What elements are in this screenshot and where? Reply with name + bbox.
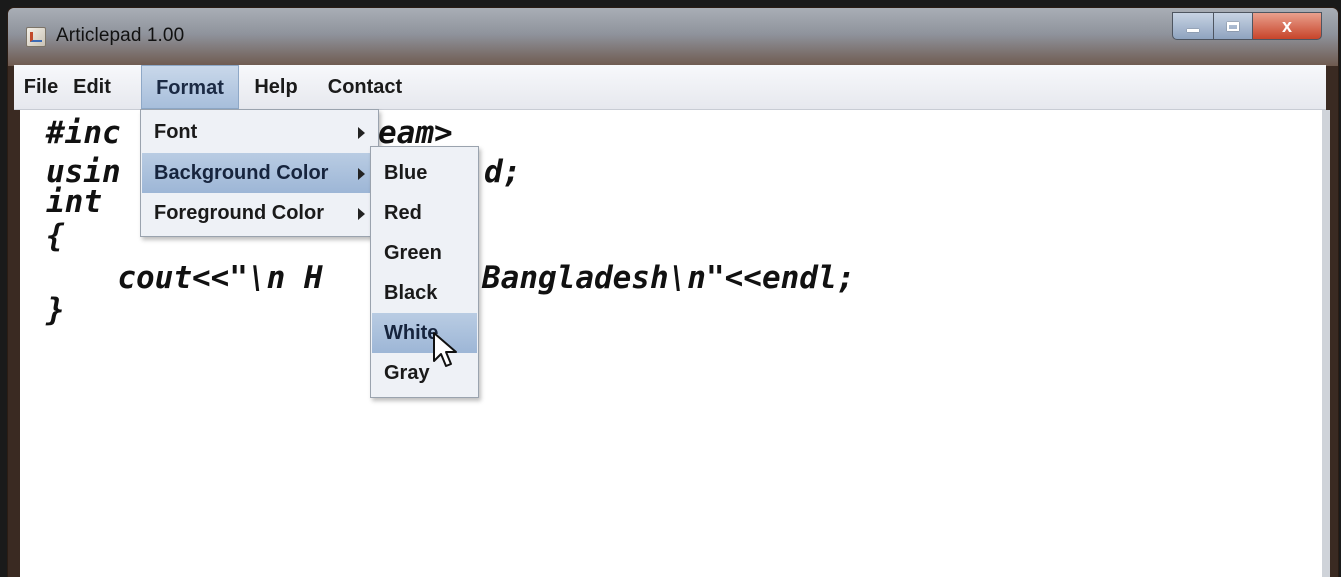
app-icon [26,27,46,47]
submenu-arrow-icon [358,127,365,139]
maximize-icon [1227,21,1239,31]
minimize-icon [1187,28,1199,32]
bg-color-red[interactable]: Red [372,193,477,233]
format-background-color-item[interactable]: Background Color [142,153,375,193]
title-bar[interactable]: Articlepad 1.00 x [8,8,1338,66]
close-button[interactable]: x [1253,12,1322,40]
code-line-3: int [46,184,102,220]
window-title: Articlepad 1.00 [56,25,185,46]
format-font-label: Font [154,121,198,143]
bg-color-green[interactable]: Green [372,233,477,273]
format-foreground-color-label: Foreground Color [154,202,324,224]
close-icon: x [1281,15,1292,36]
submenu-arrow-icon [358,168,365,180]
code-line-5-start: cout<<"\n H [80,260,323,296]
format-background-color-label: Background Color [154,162,329,184]
arrow-pointer-icon [433,332,457,367]
maximize-button[interactable] [1214,12,1253,40]
menu-contact[interactable]: Contact [316,65,414,109]
code-line-6: } [46,292,65,328]
code-line-4: { [46,218,65,254]
code-line-2-end: d; [484,154,522,190]
format-font-item[interactable]: Font [142,112,375,152]
bg-color-blue[interactable]: Blue [372,153,477,193]
editor-border [1322,110,1330,577]
bg-color-black[interactable]: Black [372,273,477,313]
minimize-button[interactable] [1172,12,1214,40]
menu-help[interactable]: Help [246,65,306,109]
submenu-arrow-icon [358,208,365,220]
format-foreground-color-item[interactable]: Foreground Color [142,193,375,233]
menu-bar: File Edit Format Help Contact [14,65,1326,110]
window-controls: x [1172,12,1322,40]
format-dropdown: Font Background Color Foreground Color [140,109,379,237]
menu-edit[interactable]: Edit [66,65,118,109]
menu-file[interactable]: File [20,65,62,109]
code-line-1-start: #inc [46,115,121,151]
code-line-5-end: Bangladesh\n"<<endl; [482,260,856,296]
menu-format[interactable]: Format [141,65,239,109]
